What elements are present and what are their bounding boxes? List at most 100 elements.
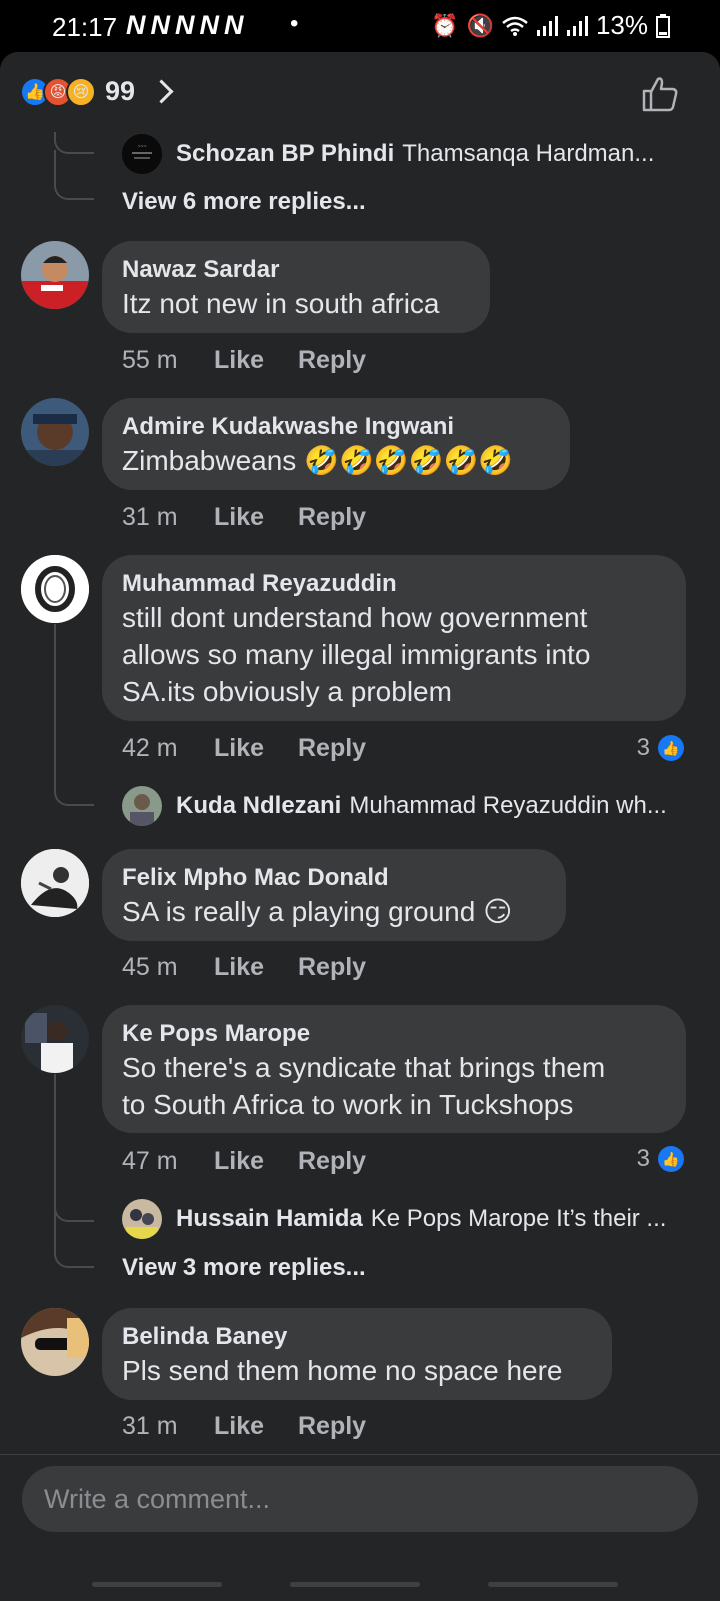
comment-bubble[interactable]: Nawaz Sardar Itz not new in south africa [102,241,490,333]
reply-author[interactable]: Kuda Ndlezani [176,792,341,820]
comment-text: SA.its obviously a problem [122,676,452,707]
avatar [122,786,162,826]
comment-bubble[interactable]: Admire Kudakwashe Ingwani Zimbabweans 🤣🤣… [102,398,570,490]
nav-recents-button[interactable] [92,1582,222,1587]
wifi-icon [502,16,528,36]
reply-button[interactable]: Reply [298,346,366,375]
nav-back-button[interactable] [488,1582,618,1587]
reply-author[interactable]: Hussain Hamida [176,1205,363,1233]
comment-text: Itz not new in south africa [122,288,440,319]
comment-like-count[interactable]: 3 👍 [637,1145,684,1173]
avatar [122,1199,162,1239]
comment-input[interactable] [22,1466,698,1532]
comment-time: 45 m [122,953,178,981]
notification-n-icon: N [175,10,196,40]
avatar: ~~~ [122,134,162,174]
comment-actions: 31 m Like Reply [122,1412,366,1441]
comment-actions: 42 m Like Reply [122,734,366,763]
thread-connector [54,770,94,806]
like-count: 3 [636,1145,650,1172]
like-button[interactable]: Like [214,953,298,982]
like-button[interactable]: Like [214,1412,298,1441]
reply-snippet: Thamsanqa Hardman... [402,140,655,167]
comment-bubble[interactable]: Belinda Baney Pls send them home no spac… [102,1308,612,1400]
status-bar: 21:17 N N N N N • ⏰ 🔇 13% [0,0,720,52]
notification-n-icon: N [126,10,147,40]
reply-snippet: Ke Pops Marope It’s their ... [370,1205,667,1232]
thread-connector [54,1180,94,1222]
nav-home-button[interactable] [290,1582,420,1587]
comment-like-count[interactable]: 3 👍 [637,734,684,762]
comment-time: 31 m [122,1412,178,1440]
mute-icon: 🔇 [466,12,494,38]
notification-icons: N N N N N [126,10,245,41]
status-time: 21:17 [52,12,118,42]
reply-button[interactable]: Reply [298,1412,366,1441]
comment-text: So there's a syndicate that brings them [122,1052,606,1083]
reply-snippet: Muhammad Reyazuddin wh... [349,792,667,819]
signal-icon [536,15,558,36]
comment-time: 55 m [122,346,178,374]
comment-bubble[interactable]: Felix Mpho Mac Donald SA is really a pla… [102,849,566,941]
reply-button[interactable]: Reply [298,953,366,982]
comment-time: 47 m [122,1147,178,1175]
chevron-right-icon [149,79,174,104]
svg-text:~~~: ~~~ [138,144,147,150]
like-reaction-icon: 👍 [658,1146,684,1172]
thread-connector [54,624,56,784]
view-more-replies-link[interactable]: View 6 more replies... [122,188,366,216]
reply-author[interactable]: Schozan BP Phindi [176,140,394,168]
sad-reaction-icon: 😢 [66,76,96,107]
avatar[interactable] [21,1308,89,1376]
reaction-count: 99 [105,76,136,106]
comment-actions: 31 m Like Reply [122,503,366,532]
comment-author[interactable]: Nawaz Sardar [122,255,470,285]
notification-n-icon: N [224,10,245,40]
comment-actions: 55 m Like Reply [122,346,366,375]
comment-bubble[interactable]: Muhammad Reyazuddin still dont understan… [102,555,686,721]
reply-preview[interactable]: ~~~ Schozan BP Phindi Thamsanqa Hardman.… [122,134,654,174]
reactions-summary[interactable]: 👍 😡 😢 99 [20,76,174,107]
comment-actions: 47 m Like Reply [122,1147,366,1176]
comment-text: Pls send them home no space here [122,1355,563,1386]
status-right: ⏰ 🔇 13% [431,10,670,41]
avatar[interactable] [21,1005,89,1073]
reply-preview[interactable]: Hussain Hamida Ke Pops Marope It’s their… [122,1199,666,1239]
reply-button[interactable]: Reply [298,503,366,532]
comment-author[interactable]: Muhammad Reyazuddin [122,569,666,599]
thread-connector [54,1218,94,1268]
reply-preview[interactable]: Kuda Ndlezani Muhammad Reyazuddin wh... [122,786,667,826]
comment-text: SA is really a playing ground 😏 [122,896,513,927]
like-count: 3 [636,734,650,761]
comment-text: to South Africa to work in Tuckshops [122,1089,574,1120]
like-button[interactable]: Like [214,734,298,763]
comment-bubble[interactable]: Ke Pops Marope So there's a syndicate th… [102,1005,686,1133]
avatar[interactable] [21,241,89,309]
comment-actions: 45 m Like Reply [122,953,366,982]
avatar[interactable] [21,555,89,623]
reply-button[interactable]: Reply [298,1147,366,1176]
comment-text: allows so many illegal immigrants into [122,639,591,670]
like-button[interactable]: Like [214,346,298,375]
comment-author[interactable]: Belinda Baney [122,1322,592,1352]
notification-n-icon: N [150,10,171,40]
notification-dot: • [290,10,299,37]
comment-text: still dont understand how government [122,602,588,633]
alarm-icon: ⏰ [431,12,459,38]
comment-time: 42 m [122,734,178,762]
comment-time: 31 m [122,503,178,531]
like-button[interactable]: Like [214,1147,298,1176]
battery-percent: 13% [595,10,648,40]
comment-author[interactable]: Felix Mpho Mac Donald [122,863,546,893]
reply-button[interactable]: Reply [298,734,366,763]
comment-author[interactable]: Ke Pops Marope [122,1019,666,1049]
comment-author[interactable]: Admire Kudakwashe Ingwani [122,412,550,442]
signal-icon [566,15,588,36]
view-more-replies-link[interactable]: View 3 more replies... [122,1254,366,1282]
like-button[interactable]: Like [214,503,298,532]
thread-connector [54,150,94,200]
avatar[interactable] [21,398,89,466]
thumbs-up-icon[interactable] [640,74,680,114]
notification-n-icon: N [199,10,220,40]
avatar[interactable] [21,849,89,917]
